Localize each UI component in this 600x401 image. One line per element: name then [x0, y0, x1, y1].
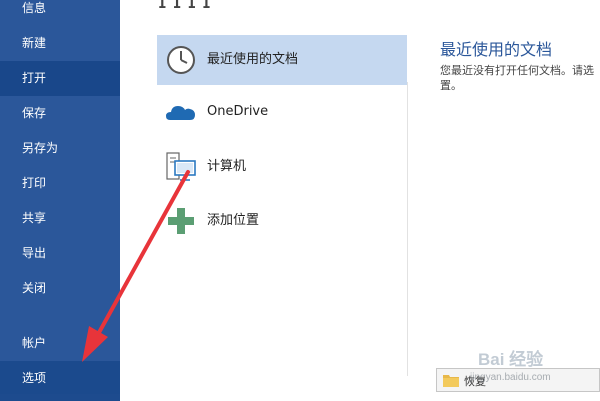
watermark-logo: Bai 经验: [478, 350, 544, 369]
folder-icon: [443, 375, 459, 387]
recent-documents-title: 最近使用的文档: [440, 40, 553, 59]
nav-item-open[interactable]: 打开: [0, 61, 120, 96]
clock-icon: [167, 46, 195, 74]
place-label-computer: 计算机: [207, 159, 247, 174]
page-title-fragment: ɿɿɿɿ: [155, 0, 214, 14]
nav-item-account[interactable]: 帐户: [0, 326, 120, 361]
nav-item-print[interactable]: 打印: [0, 166, 120, 201]
backstage-nav: 信息 新建 打开 保存 另存为 打印 共享 导出 关闭 帐户 选项: [0, 0, 120, 401]
nav-bottom-strip: [0, 394, 120, 401]
nav-item-save[interactable]: 保存: [0, 96, 120, 131]
cloud-icon: [166, 106, 195, 120]
nav-item-options[interactable]: 选项: [0, 361, 120, 396]
place-computer[interactable]: 计算机: [157, 142, 407, 192]
plus-icon: [168, 208, 194, 234]
place-label-recent: 最近使用的文档: [207, 52, 299, 67]
nav-item-export[interactable]: 导出: [0, 236, 120, 271]
place-label-add: 添加位置: [207, 213, 260, 228]
panel-divider: [407, 82, 408, 376]
place-label-onedrive: OneDrive: [207, 104, 269, 119]
nav-item-share[interactable]: 共享: [0, 201, 120, 236]
place-recent-documents[interactable]: 最近使用的文档: [157, 35, 407, 85]
watermark-url: jingyan.baidu.com: [470, 372, 551, 383]
place-add-location[interactable]: 添加位置: [157, 196, 407, 246]
nav-item-new[interactable]: 新建: [0, 26, 120, 61]
place-onedrive[interactable]: OneDrive: [157, 87, 407, 137]
computer-icon: [166, 152, 196, 181]
nav-item-info[interactable]: 信息: [0, 0, 120, 26]
recent-documents-empty-message: 您最近没有打开任何文档。请选置。: [440, 64, 594, 92]
nav-item-save-as[interactable]: 另存为: [0, 131, 120, 166]
nav-item-close[interactable]: 关闭: [0, 271, 120, 306]
